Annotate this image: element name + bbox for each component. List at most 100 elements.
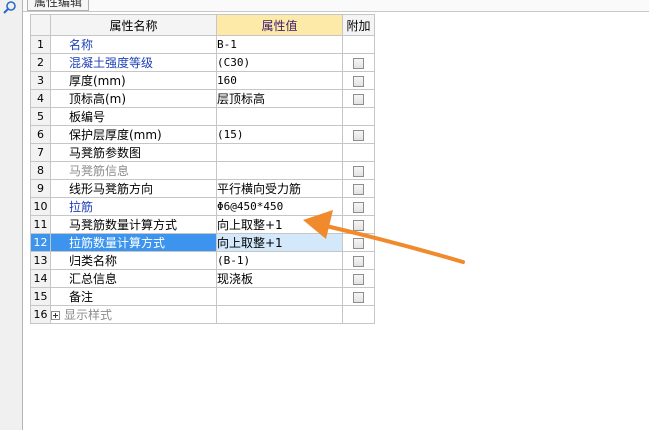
attribute-name-cell[interactable]: 马凳筋数量计算方式: [50, 215, 217, 234]
attribute-name-label: 马凳筋数量计算方式: [69, 218, 178, 232]
attribute-name-cell[interactable]: 顶标高(m): [50, 89, 217, 108]
row-number[interactable]: 7: [30, 143, 51, 162]
attribute-value-cell[interactable]: (B-1): [216, 251, 343, 270]
attribute-name-cell[interactable]: 拉筋数量计算方式: [50, 233, 217, 252]
attribute-name-label: 保护层厚度(mm): [69, 128, 162, 142]
attribute-value-cell[interactable]: (15): [216, 125, 343, 144]
grid-row[interactable]: 16 显示样式: [30, 305, 375, 324]
extra-cell: [342, 305, 375, 324]
header-attribute-value[interactable]: 属性值: [216, 14, 343, 36]
row-number[interactable]: 16: [30, 305, 51, 324]
attribute-name-label: 汇总信息: [69, 272, 118, 286]
attribute-name-label: 顶标高(m): [69, 92, 127, 106]
attribute-name-cell[interactable]: 显示样式: [50, 305, 217, 324]
header-extra[interactable]: 附加: [342, 14, 375, 36]
attribute-name-label: 混凝土强度等级: [69, 56, 154, 70]
attribute-value-cell[interactable]: [216, 143, 343, 162]
grid-row[interactable]: 2 混凝土强度等级 (C30): [30, 53, 375, 72]
panel-title-tab[interactable]: 属性编辑: [27, 0, 90, 11]
row-number[interactable]: 6: [30, 125, 51, 144]
extra-checkbox[interactable]: [353, 165, 364, 177]
grid-row[interactable]: 15 备注: [30, 287, 375, 306]
extra-cell: [342, 53, 375, 72]
extra-cell: [342, 233, 375, 252]
grid-row[interactable]: 7 马凳筋参数图: [30, 143, 375, 162]
attribute-name-cell[interactable]: 备注: [50, 287, 217, 306]
extra-cell: [342, 251, 375, 270]
grid-row[interactable]: 11 马凳筋数量计算方式 向上取整+1: [30, 215, 375, 234]
search-icon[interactable]: [2, 1, 18, 15]
extra-cell: [342, 161, 375, 180]
extra-checkbox[interactable]: [353, 291, 364, 303]
grid-row[interactable]: 9 线形马凳筋方向 平行横向受力筋: [30, 179, 375, 198]
extra-checkbox[interactable]: [353, 255, 364, 267]
attribute-name-label: 归类名称: [69, 254, 118, 268]
grid-row[interactable]: 1 名称 B-1: [30, 35, 375, 54]
row-number[interactable]: 8: [30, 161, 51, 180]
attribute-value-cell[interactable]: [216, 305, 343, 324]
attribute-value-cell[interactable]: 向上取整+1: [216, 215, 343, 234]
grid-row[interactable]: 13 归类名称 (B-1): [30, 251, 375, 270]
attribute-name-label: 显示样式: [64, 308, 113, 322]
grid-row[interactable]: 10 拉筋 Φ6@450*450: [30, 197, 375, 216]
grid-row[interactable]: 8 马凳筋信息: [30, 161, 375, 180]
grid-row[interactable]: 12 拉筋数量计算方式 向上取整+1: [30, 233, 375, 252]
row-number[interactable]: 2: [30, 53, 51, 72]
attribute-value-cell[interactable]: Φ6@450*450: [216, 197, 343, 216]
grid-row[interactable]: 14 汇总信息 现浇板: [30, 269, 375, 288]
attribute-value-cell[interactable]: [216, 107, 343, 126]
row-number[interactable]: 5: [30, 107, 51, 126]
attribute-name-cell[interactable]: 厚度(mm): [50, 71, 217, 90]
row-number[interactable]: 15: [30, 287, 51, 306]
attribute-value-cell[interactable]: 向上取整+1: [216, 233, 343, 252]
extra-checkbox[interactable]: [353, 201, 364, 213]
row-number[interactable]: 4: [30, 89, 51, 108]
grid-row[interactable]: 6 保护层厚度(mm) (15): [30, 125, 375, 144]
attribute-value-cell[interactable]: 层顶标高: [216, 89, 343, 108]
attribute-value-cell[interactable]: 160: [216, 71, 343, 90]
row-number[interactable]: 9: [30, 179, 51, 198]
attribute-value-cell[interactable]: [216, 287, 343, 306]
attribute-name-cell[interactable]: 线形马凳筋方向: [50, 179, 217, 198]
attribute-name-cell[interactable]: 汇总信息: [50, 269, 217, 288]
attribute-name-label: 马凳筋信息: [69, 164, 130, 178]
header-attribute-name[interactable]: 属性名称: [50, 14, 217, 36]
attribute-name-cell[interactable]: 马凳筋信息: [50, 161, 217, 180]
extra-checkbox[interactable]: [353, 237, 364, 249]
attribute-name-cell[interactable]: 保护层厚度(mm): [50, 125, 217, 144]
row-number[interactable]: 12: [30, 233, 51, 252]
attribute-name-cell[interactable]: 马凳筋参数图: [50, 143, 217, 162]
grid-row[interactable]: 3 厚度(mm) 160: [30, 71, 375, 90]
row-number[interactable]: 13: [30, 251, 51, 270]
extra-checkbox[interactable]: [353, 273, 364, 285]
row-number[interactable]: 11: [30, 215, 51, 234]
extra-cell: [342, 287, 375, 306]
extra-checkbox[interactable]: [353, 75, 364, 87]
attribute-name-cell[interactable]: 板编号: [50, 107, 217, 126]
attribute-value-cell[interactable]: 平行横向受力筋: [216, 179, 343, 198]
attribute-name-cell[interactable]: 归类名称: [50, 251, 217, 270]
attribute-value-cell[interactable]: [216, 161, 343, 180]
panel-header: 属性编辑: [23, 0, 649, 12]
left-tool-strip: [0, 0, 23, 430]
attribute-name-cell[interactable]: 拉筋: [50, 197, 217, 216]
extra-checkbox[interactable]: [353, 93, 364, 105]
attribute-value-cell[interactable]: B-1: [216, 35, 343, 54]
attribute-name-cell[interactable]: 名称: [50, 35, 217, 54]
attribute-name-label: 线形马凳筋方向: [69, 182, 154, 196]
attribute-value-cell[interactable]: 现浇板: [216, 269, 343, 288]
row-number[interactable]: 3: [30, 71, 51, 90]
extra-checkbox[interactable]: [353, 129, 364, 141]
row-number[interactable]: 10: [30, 197, 51, 216]
grid-row[interactable]: 5 板编号: [30, 107, 375, 126]
attribute-value-cell[interactable]: (C30): [216, 53, 343, 72]
row-number[interactable]: 1: [30, 35, 51, 54]
row-number[interactable]: 14: [30, 269, 51, 288]
extra-checkbox[interactable]: [353, 57, 364, 69]
grid-row[interactable]: 4 顶标高(m) 层顶标高: [30, 89, 375, 108]
extra-checkbox[interactable]: [353, 183, 364, 195]
extra-checkbox[interactable]: [353, 219, 364, 231]
attribute-name-label: 备注: [69, 290, 94, 304]
attribute-name-cell[interactable]: 混凝土强度等级: [50, 53, 217, 72]
expand-plus-icon[interactable]: [51, 311, 60, 320]
